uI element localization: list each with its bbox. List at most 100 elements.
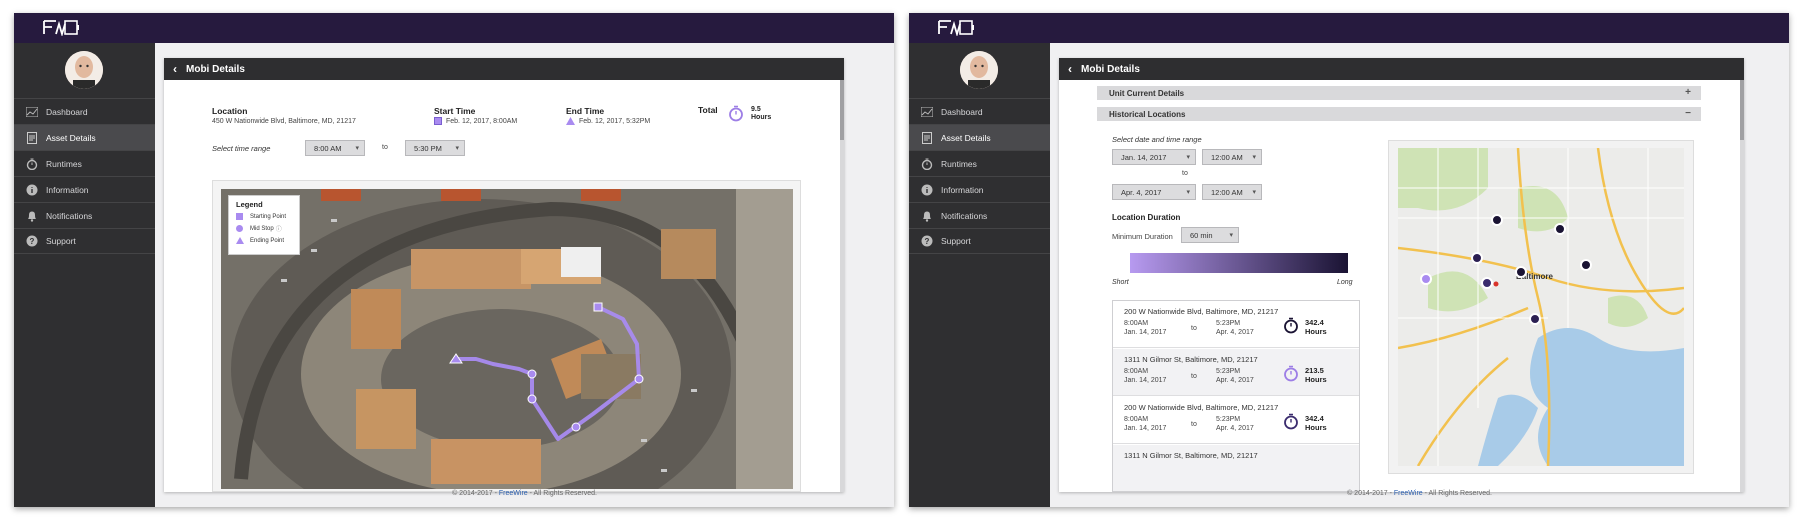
list-item[interactable]: 200 W Nationwide Blvd, Baltimore, MD, 21… xyxy=(1113,397,1359,444)
time-to-select[interactable]: 5:30 PM ▾ xyxy=(405,140,465,156)
history-start-time: 8:00AM xyxy=(1124,416,1149,423)
date-range-label: Select date and time range xyxy=(1112,135,1202,144)
location-label: Location xyxy=(212,106,248,116)
sidebar-item-runtimes[interactable]: Runtimes xyxy=(909,150,1050,176)
bell-icon xyxy=(25,209,38,222)
to-label: to xyxy=(382,144,388,151)
history-address: 1311 N Gilmor St, Baltimore, MD, 21217 xyxy=(1124,451,1258,460)
stopwatch-icon xyxy=(729,105,743,122)
sidebar: Dashboard Asset Details Runtimes Informa… xyxy=(14,43,155,507)
history-start-time: 8:00AM xyxy=(1124,368,1149,375)
city-map[interactable]: Baltimore xyxy=(1398,148,1684,466)
card-header: ‹ Mobi Details xyxy=(1059,58,1744,80)
sidebar-item-support[interactable]: ? Support xyxy=(14,228,155,254)
scrollbar-thumb[interactable] xyxy=(840,80,844,140)
history-end: 5:23PM Apr. 4, 2017 xyxy=(1216,415,1254,433)
aerial-map[interactable] xyxy=(221,189,793,489)
total-hours: 9.5 xyxy=(751,106,761,113)
history-start-time: 8:00AM xyxy=(1124,320,1149,327)
sidebar-item-support[interactable]: ? Support xyxy=(909,228,1050,254)
time-from-select[interactable]: 8:00 AM ▾ xyxy=(305,140,365,156)
square-icon xyxy=(236,213,243,220)
legend-item-start: Starting Point xyxy=(236,213,292,220)
accordion-historical-locations[interactable]: Historical Locations − xyxy=(1097,107,1701,121)
footer-prefix: © 2014-2017 - xyxy=(1347,490,1394,497)
scrollbar[interactable] xyxy=(840,80,844,492)
chevron-down-icon: ▾ xyxy=(1229,232,1233,239)
sidebar-item-information[interactable]: Information xyxy=(909,176,1050,202)
minimum-duration-label: Minimum Duration xyxy=(1112,232,1173,241)
chart-icon xyxy=(25,105,38,118)
list-item[interactable]: 200 W Nationwide Blvd, Baltimore, MD, 21… xyxy=(1113,301,1359,348)
start-time-label: Start Time xyxy=(434,106,476,116)
sidebar-item-asset-details[interactable]: Asset Details xyxy=(909,124,1050,150)
freewire-logo xyxy=(43,20,79,36)
history-duration: 342.4 Hours xyxy=(1305,318,1327,336)
location-duration-title: Location Duration xyxy=(1112,213,1181,222)
scrollbar[interactable] xyxy=(1740,80,1744,492)
start-time-select[interactable]: 12:00 AM ▾ xyxy=(1202,149,1262,165)
historical-locations-list[interactable]: 200 W Nationwide Blvd, Baltimore, MD, 21… xyxy=(1112,300,1360,492)
long-label: Long xyxy=(1337,279,1353,286)
history-end-time: 5:23PM xyxy=(1216,368,1241,375)
sidebar-item-label: Asset Details xyxy=(941,132,991,143)
svg-text:?: ? xyxy=(29,237,34,246)
total-value: 9.5 Hours xyxy=(751,106,771,122)
history-start: 8:00AM Jan. 14, 2017 xyxy=(1124,367,1166,385)
end-time-select[interactable]: 12:00 AM ▾ xyxy=(1202,184,1262,200)
sidebar-item-label: Runtimes xyxy=(46,158,82,169)
history-end-time: 5:23PM xyxy=(1216,416,1241,423)
history-start: 8:00AM Jan. 14, 2017 xyxy=(1124,415,1166,433)
location-value: 450 W Nationwide Blvd, Baltimore, MD, 21… xyxy=(212,118,356,125)
sidebar-item-dashboard[interactable]: Dashboard xyxy=(14,98,155,124)
mobi-details-card: ‹ Mobi Details Unit Current Details + His… xyxy=(1059,58,1744,492)
chevron-down-icon: ▾ xyxy=(1186,189,1190,196)
help-icon: ? xyxy=(920,235,933,248)
scrollbar-thumb[interactable] xyxy=(1740,80,1744,140)
help-icon: ? xyxy=(25,235,38,248)
minimum-duration-select[interactable]: 60 min ▾ xyxy=(1181,227,1239,243)
sidebar-item-dashboard[interactable]: Dashboard xyxy=(909,98,1050,124)
info-icon[interactable]: ⓘ xyxy=(276,224,282,233)
document-icon xyxy=(920,131,933,144)
city-map-frame: Baltimore xyxy=(1388,140,1694,474)
sidebar-item-label: Information xyxy=(46,184,89,195)
sidebar-item-runtimes[interactable]: Runtimes xyxy=(14,150,155,176)
sidebar-item-label: Information xyxy=(941,184,984,195)
footer-brand-link[interactable]: FreeWire xyxy=(499,490,528,497)
svg-text:?: ? xyxy=(924,237,929,246)
start-time-value: 12:00 AM xyxy=(1211,152,1243,162)
start-date-value: Jan. 14, 2017 xyxy=(1121,152,1167,162)
sidebar-item-notifications[interactable]: Notifications xyxy=(14,202,155,228)
accordion-unit-current-details[interactable]: Unit Current Details + xyxy=(1097,86,1701,100)
avatar[interactable] xyxy=(65,51,103,89)
expand-plus-icon: + xyxy=(1685,87,1691,98)
sidebar-item-information[interactable]: Information xyxy=(14,176,155,202)
collapse-minus-icon: − xyxy=(1685,108,1691,119)
back-chevron-icon[interactable]: ‹ xyxy=(1059,62,1081,76)
sidebar-item-asset-details[interactable]: Asset Details xyxy=(14,124,155,150)
back-chevron-icon[interactable]: ‹ xyxy=(164,62,186,76)
sidebar-item-notifications[interactable]: Notifications xyxy=(909,202,1050,228)
history-address: 200 W Nationwide Blvd, Baltimore, MD, 21… xyxy=(1124,403,1279,412)
sidebar-item-label: Runtimes xyxy=(941,158,977,169)
document-icon xyxy=(25,131,38,144)
legend-item-end: Ending Point xyxy=(236,237,292,244)
footer-brand-link[interactable]: FreeWire xyxy=(1394,490,1423,497)
time-to-value: 5:30 PM xyxy=(414,143,442,153)
to-label: to xyxy=(1182,170,1188,177)
start-date-select[interactable]: Jan. 14, 2017 ▾ xyxy=(1112,149,1196,165)
history-duration-unit: Hours xyxy=(1305,423,1327,432)
list-item[interactable]: 1311 N Gilmor St, Baltimore, MD, 21217 8… xyxy=(1113,349,1359,396)
duration-gradient-bar xyxy=(1130,253,1348,273)
stopwatch-icon xyxy=(1284,317,1298,334)
info-icon xyxy=(25,183,38,196)
end-date-select[interactable]: Apr. 4, 2017 ▾ xyxy=(1112,184,1196,200)
history-duration-unit: Hours xyxy=(1305,327,1327,336)
list-item[interactable]: 1311 N Gilmor St, Baltimore, MD, 21217 xyxy=(1113,445,1359,491)
history-to: to xyxy=(1191,325,1197,332)
card-header: ‹ Mobi Details xyxy=(164,58,844,80)
history-address: 1311 N Gilmor St, Baltimore, MD, 21217 xyxy=(1124,355,1258,364)
avatar[interactable] xyxy=(960,51,998,89)
info-icon xyxy=(920,183,933,196)
